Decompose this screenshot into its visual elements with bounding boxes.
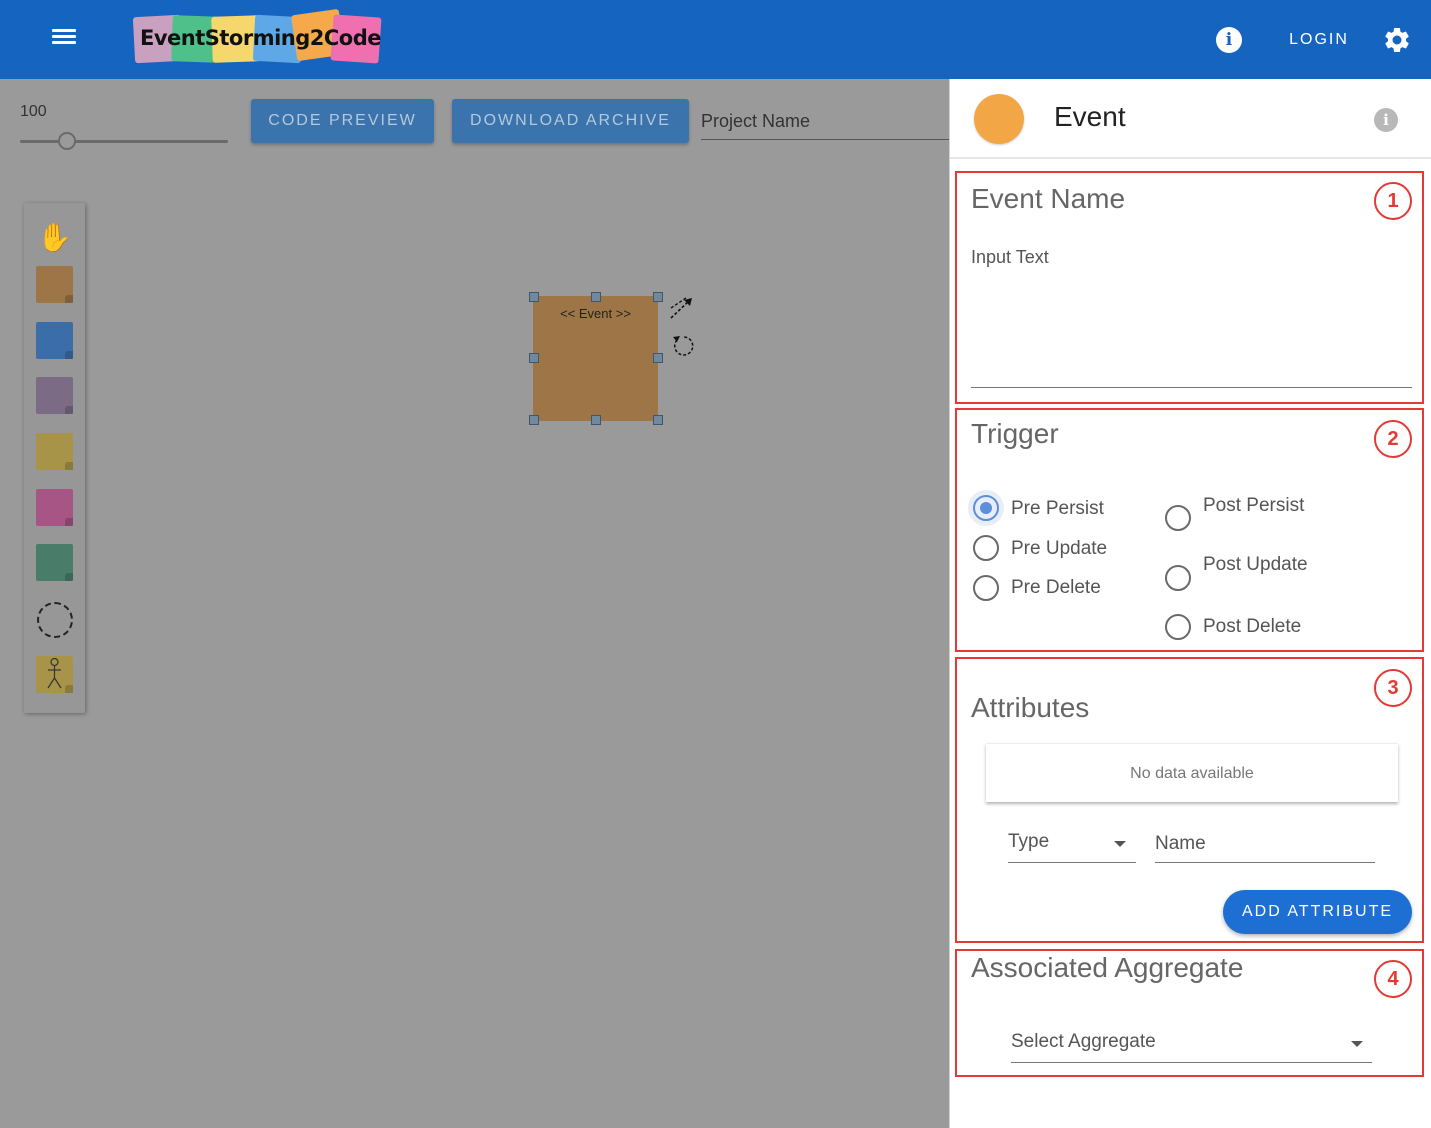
section-badge: 1 (1374, 182, 1412, 220)
sticky-palette: ✋ (24, 203, 85, 713)
connect-arrow-icon[interactable] (668, 294, 696, 322)
slider-track (20, 140, 228, 143)
info-icon[interactable]: i (1216, 27, 1242, 53)
trigger-title: Trigger (971, 418, 1059, 449)
radio-label-pre-persist: Pre Persist (1011, 498, 1104, 519)
panel-info-icon[interactable]: i (1374, 108, 1398, 132)
read-model-sticky[interactable] (36, 544, 73, 581)
radio-label-pre-update: Pre Update (1011, 538, 1108, 559)
attributes-table: No data available (986, 743, 1398, 802)
aggregate-select[interactable]: Select Aggregate (1011, 1026, 1372, 1063)
radio-post-persist[interactable] (1165, 505, 1191, 531)
zoom-slider[interactable] (20, 130, 228, 152)
app-logo[interactable]: EventStorming2Code (130, 8, 382, 66)
radio-label-pre-delete: Pre Delete (1011, 577, 1101, 598)
attribute-type-select[interactable]: Type (1008, 825, 1136, 863)
radio-label-post-delete: Post Delete (1203, 616, 1302, 637)
actor-sticky[interactable] (36, 656, 73, 693)
radio-post-delete[interactable] (1165, 614, 1191, 640)
radio-label-post-persist: Post Persist (1203, 495, 1305, 516)
resize-handle[interactable] (653, 353, 663, 363)
settings-gear-icon[interactable] (1382, 25, 1412, 55)
attribute-type-label: Type (1008, 831, 1050, 852)
bounded-context-icon[interactable] (37, 602, 73, 638)
attributes-title: Attributes (971, 692, 1090, 723)
resize-handle[interactable] (529, 415, 539, 425)
aggregate-title: Associated Aggregate (971, 952, 1244, 983)
event-name-input[interactable] (971, 274, 1412, 388)
radio-pre-delete[interactable] (973, 575, 999, 601)
radio-pre-persist[interactable] (973, 495, 999, 521)
event-name-input-label: Input Text (971, 247, 1049, 267)
radio-label-post-update: Post Update (1203, 554, 1308, 575)
project-name-input[interactable] (701, 104, 951, 140)
command-sticky[interactable] (36, 322, 73, 359)
sticky-label: << Event >> (560, 306, 631, 321)
resize-handle[interactable] (591, 292, 601, 302)
event-sticky[interactable] (36, 266, 73, 303)
zoom-value: 100 (20, 103, 47, 120)
login-button[interactable]: LOGIN (1278, 24, 1360, 56)
properties-panel: Event i 1 Event Name Input Text 2 Trigge… (949, 79, 1431, 1128)
external-system-sticky[interactable] (36, 489, 73, 526)
resize-handle[interactable] (591, 415, 601, 425)
logo-text: EventStorming2Code (140, 26, 382, 50)
event-sticky-note[interactable]: << Event >> (533, 296, 658, 421)
menu-icon[interactable] (50, 26, 78, 54)
aggregate-sticky[interactable] (36, 433, 73, 470)
section-badge: 3 (1374, 669, 1412, 707)
actor-icon (47, 657, 62, 689)
app-bar: EventStorming2Code i LOGIN (0, 0, 1431, 79)
download-archive-button[interactable]: DOWNLOAD ARCHIVE (452, 99, 689, 143)
section-badge: 4 (1374, 960, 1412, 998)
event-color-dot (974, 94, 1024, 144)
code-preview-button[interactable]: CODE PREVIEW (251, 99, 434, 143)
panel-header: Event i (950, 79, 1431, 159)
panel-title: Event (1054, 101, 1126, 132)
aggregate-select-label: Select Aggregate (1011, 1031, 1156, 1052)
policy-sticky[interactable] (36, 377, 73, 414)
resize-handle[interactable] (529, 353, 539, 363)
hand-tool-icon[interactable]: ✋ (36, 219, 73, 256)
radio-post-update[interactable] (1165, 565, 1191, 591)
attributes-empty-text: No data available (1130, 765, 1254, 782)
section-badge: 2 (1374, 420, 1412, 458)
event-name-title: Event Name (971, 183, 1126, 214)
slider-thumb[interactable] (58, 132, 76, 150)
rotate-icon[interactable] (669, 332, 697, 360)
attribute-name-input[interactable] (1155, 825, 1375, 863)
chevron-down-icon (1114, 841, 1126, 847)
add-attribute-button[interactable]: ADD ATTRIBUTE (1223, 890, 1412, 934)
radio-pre-update[interactable] (973, 535, 999, 561)
resize-handle[interactable] (653, 415, 663, 425)
resize-handle[interactable] (653, 292, 663, 302)
chevron-down-icon (1351, 1041, 1363, 1047)
resize-handle[interactable] (529, 292, 539, 302)
